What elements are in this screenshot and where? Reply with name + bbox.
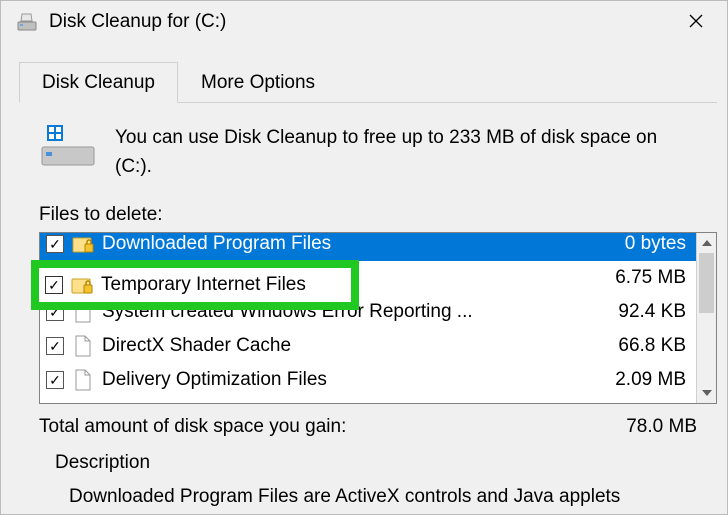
titlebar: Disk Cleanup for (C:) xyxy=(1,1,727,43)
file-icon xyxy=(72,335,94,357)
highlighted-item: ✓ Temporary Internet Files xyxy=(31,260,359,310)
description-text: Downloaded Program Files are ActiveX con… xyxy=(69,486,727,508)
total-value: 78.0 MB xyxy=(626,416,697,438)
item-size: 2.09 MB xyxy=(615,369,686,391)
checkbox[interactable]: ✓ xyxy=(46,337,64,355)
close-icon xyxy=(689,12,703,33)
scroll-up-icon[interactable] xyxy=(697,233,716,253)
window-title: Disk Cleanup for (C:) xyxy=(49,11,673,33)
drive-icon xyxy=(39,121,97,169)
item-name: Device driver packages xyxy=(102,403,615,404)
item-size: 92.4 KB xyxy=(618,301,686,323)
disk-cleanup-window: Disk Cleanup for (C:) Disk Cleanup More … xyxy=(0,0,728,515)
item-size: 66.8 KB xyxy=(618,335,686,357)
item-size: 0 bytes xyxy=(625,403,686,404)
item-name: Downloaded Program Files xyxy=(102,233,615,255)
close-button[interactable] xyxy=(673,6,719,38)
list-item-device-driver-packages[interactable]: Device driver packages 0 bytes xyxy=(40,397,696,404)
item-name: Delivery Optimization Files xyxy=(102,369,605,391)
file-icon xyxy=(72,403,94,404)
scroll-down-icon[interactable] xyxy=(697,383,716,403)
checkbox[interactable]: ✓ xyxy=(46,235,64,253)
info-text: You can use Disk Cleanup to free up to 2… xyxy=(115,121,697,182)
files-listbox[interactable]: ✓ Downloaded Program Files 0 bytes ✓ Tem… xyxy=(39,232,717,404)
info-row: You can use Disk Cleanup to free up to 2… xyxy=(39,121,697,182)
list-item-downloaded-program-files[interactable]: ✓ Downloaded Program Files 0 bytes xyxy=(40,232,696,261)
list-item-delivery-optimization-files[interactable]: ✓ Delivery Optimization Files 2.09 MB xyxy=(40,363,696,397)
item-size: 0 bytes xyxy=(625,233,686,255)
scroll-thumb[interactable] xyxy=(699,253,714,313)
drive-cleanup-icon xyxy=(17,12,37,32)
tab-more-options[interactable]: More Options xyxy=(178,62,338,103)
tabs: Disk Cleanup More Options xyxy=(19,61,727,103)
files-to-delete-label: Files to delete: xyxy=(39,204,727,226)
file-icon xyxy=(72,369,94,391)
tab-disk-cleanup[interactable]: Disk Cleanup xyxy=(19,62,178,103)
scrollbar[interactable] xyxy=(696,233,716,403)
description-label: Description xyxy=(55,452,727,474)
list-item-directx-shader-cache[interactable]: ✓ DirectX Shader Cache 66.8 KB xyxy=(40,329,696,363)
highlighted-name: Temporary Internet Files xyxy=(101,274,341,296)
checkbox[interactable]: ✓ xyxy=(45,276,63,294)
folder-lock-icon xyxy=(72,233,94,255)
total-row: Total amount of disk space you gain: 78.… xyxy=(39,416,697,438)
checkbox[interactable]: ✓ xyxy=(46,371,64,389)
item-size: 6.75 MB xyxy=(615,267,686,289)
total-label: Total amount of disk space you gain: xyxy=(39,416,626,438)
item-name: DirectX Shader Cache xyxy=(102,335,608,357)
folder-lock-icon xyxy=(71,274,93,296)
